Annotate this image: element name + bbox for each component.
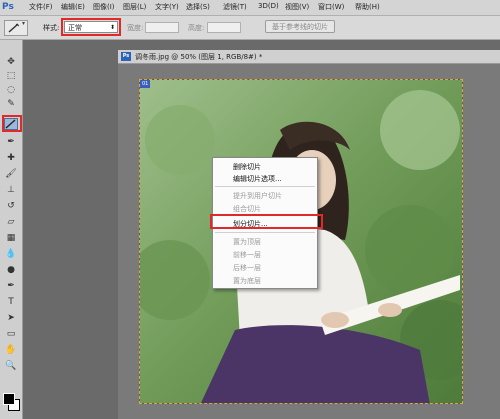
style-highlight <box>61 18 121 36</box>
menu-filter[interactable]: 滤镜(T) <box>223 2 247 12</box>
menu-edit-slice-options[interactable]: 编辑切片选项... <box>233 174 282 184</box>
zoom-tool-icon[interactable]: 🔍 <box>4 360 18 372</box>
menu-help[interactable]: 帮助(H) <box>355 2 380 12</box>
eraser-tool-icon[interactable]: ▱ <box>4 216 18 228</box>
menu-separator <box>215 186 315 187</box>
menu-edit[interactable]: 编辑(E) <box>61 2 85 12</box>
menu-combine-slices[interactable]: 组合切片 <box>233 204 261 214</box>
hand-tool-icon[interactable]: ✋ <box>4 344 18 356</box>
width-label: 宽度: <box>127 24 144 32</box>
menu-send-backward[interactable]: 后移一层 <box>233 263 261 273</box>
dodge-tool-icon[interactable]: ● <box>4 264 18 276</box>
clone-stamp-tool-icon[interactable]: ⊥ <box>4 184 18 196</box>
style-label: 样式: <box>43 24 60 32</box>
move-tool-icon[interactable]: ✥ <box>4 56 18 68</box>
menu-window[interactable]: 窗口(W) <box>318 2 344 12</box>
type-tool-icon[interactable]: T <box>4 296 18 308</box>
menu-separator <box>215 232 315 233</box>
menu-view[interactable]: 视图(V) <box>285 2 309 12</box>
menu-type[interactable]: 文字(Y) <box>155 2 179 12</box>
slice-tool-highlight <box>2 115 22 132</box>
menu-select[interactable]: 选择(S) <box>186 2 210 12</box>
slices-from-guides-button[interactable]: 基于参考线的切片 <box>265 20 335 33</box>
path-selection-tool-icon[interactable]: ➤ <box>4 312 18 324</box>
menu-bring-to-front[interactable]: 置为顶层 <box>233 237 261 247</box>
menu-send-to-back[interactable]: 置为底层 <box>233 276 261 286</box>
gradient-tool-icon[interactable]: ▦ <box>4 232 18 244</box>
document-title: 调冬雨.jpg @ 50% (图层 1, RGB/8#) * <box>135 53 263 61</box>
quick-select-tool-icon[interactable]: ✎ <box>4 98 18 110</box>
menu-promote-to-user-slice[interactable]: 提升到用户切片 <box>233 191 282 201</box>
height-label: 高度: <box>188 24 205 32</box>
slice-tool-icon <box>8 23 20 33</box>
tools-panel: ✥ ⬚ ◌ ✎ ✒ ✚ 🖌 ⊥ ↺ ▱ ▦ 💧 ● ✒ T ➤ ▭ ✋ 🔍 <box>0 40 23 419</box>
menu-bring-forward[interactable]: 前移一层 <box>233 250 261 260</box>
menu-delete-slice[interactable]: 删除切片 <box>233 162 261 172</box>
shape-tool-icon[interactable]: ▭ <box>4 328 18 340</box>
brush-tool-icon[interactable]: 🖌 <box>4 168 18 180</box>
menu-bar: Ps 文件(F) 编辑(E) 图像(I) 图层(L) 文字(Y) 选择(S) 滤… <box>0 0 500 16</box>
divide-slice-highlight <box>210 214 323 229</box>
pen-tool-icon[interactable]: ✒ <box>4 280 18 292</box>
menu-3d[interactable]: 3D(D) <box>258 2 279 10</box>
width-field[interactable] <box>145 22 179 33</box>
menu-file[interactable]: 文件(F) <box>29 2 53 12</box>
foreground-color-swatch[interactable] <box>3 393 15 405</box>
marquee-tool-icon[interactable]: ⬚ <box>4 70 18 82</box>
blur-tool-icon[interactable]: 💧 <box>4 248 18 260</box>
slice-number-badge: 01 <box>140 80 151 88</box>
document-tab[interactable]: Ps 调冬雨.jpg @ 50% (图层 1, RGB/8#) * <box>118 50 500 64</box>
document-icon: Ps <box>121 52 131 61</box>
menu-image[interactable]: 图像(I) <box>93 2 115 12</box>
eyedropper-tool-icon[interactable]: ✒ <box>4 136 18 148</box>
lasso-tool-icon[interactable]: ◌ <box>4 84 18 96</box>
photoshop-logo-icon: Ps <box>2 2 14 12</box>
chevron-down-icon: ▾ <box>22 20 26 27</box>
height-field[interactable] <box>207 22 241 33</box>
history-brush-tool-icon[interactable]: ↺ <box>4 200 18 212</box>
healing-brush-tool-icon[interactable]: ✚ <box>4 152 18 164</box>
menu-layer[interactable]: 图层(L) <box>123 2 146 12</box>
